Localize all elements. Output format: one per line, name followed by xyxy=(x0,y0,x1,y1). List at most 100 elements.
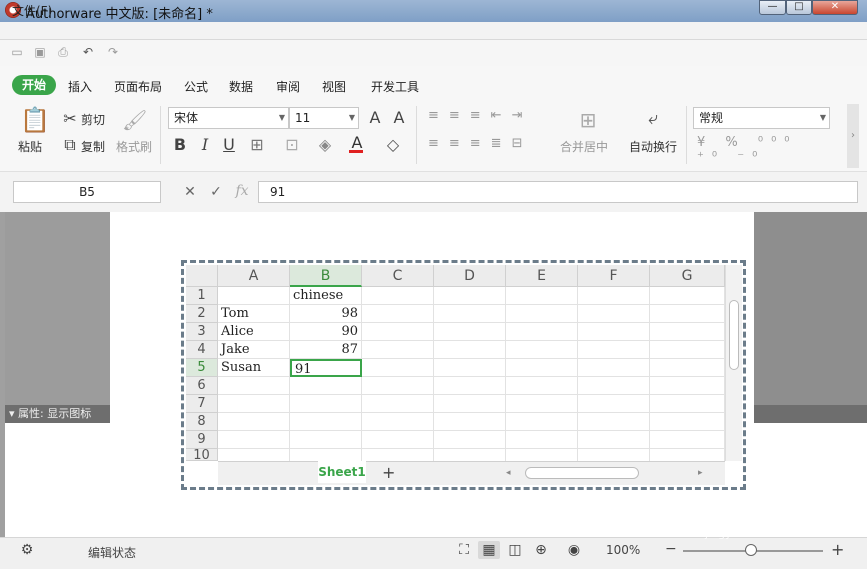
maximize-button[interactable]: □ xyxy=(786,0,812,15)
table-cell[interactable] xyxy=(650,377,725,395)
table-cell[interactable] xyxy=(578,341,650,359)
format-painter-icon[interactable]: 🖌 xyxy=(122,108,147,132)
scissors-icon[interactable]: ✂ xyxy=(61,109,79,128)
row-header[interactable]: 5 xyxy=(186,359,218,377)
table-cell[interactable] xyxy=(506,413,578,431)
table-cell[interactable] xyxy=(578,359,650,377)
number-format-select[interactable]: 常规 ▼ xyxy=(693,107,830,129)
tab-formula[interactable]: 公式 xyxy=(184,78,208,95)
table-cell[interactable] xyxy=(578,395,650,413)
merge-icon[interactable]: ⊞ xyxy=(576,108,600,132)
cell-style-icon[interactable]: ⊡ xyxy=(281,135,303,154)
table-cell[interactable] xyxy=(362,449,434,461)
column-header[interactable]: B xyxy=(290,265,362,287)
table-cell[interactable] xyxy=(650,431,725,449)
table-cell[interactable] xyxy=(650,305,725,323)
vertical-scroll-thumb[interactable] xyxy=(729,300,739,370)
table-cell[interactable] xyxy=(578,287,650,305)
zoom-level[interactable]: 100% xyxy=(606,543,640,557)
row-header[interactable]: 10 xyxy=(186,449,218,461)
column-header[interactable]: E xyxy=(506,265,578,287)
page-layout-view-icon[interactable]: ◫ xyxy=(506,541,524,559)
close-button[interactable]: ✕ xyxy=(812,0,858,15)
row-header[interactable]: 7 xyxy=(186,395,218,413)
row-header[interactable]: 6 xyxy=(186,377,218,395)
tab-data[interactable]: 数据 xyxy=(229,78,253,95)
table-cell[interactable] xyxy=(506,323,578,341)
table-cell[interactable] xyxy=(434,449,506,461)
table-cell[interactable] xyxy=(218,431,290,449)
spreadsheet[interactable]: A B C D E F G 1 2 3 4 5 6 7 8 9 10 chine… xyxy=(186,265,742,485)
table-cell[interactable] xyxy=(506,305,578,323)
table-cell[interactable] xyxy=(506,341,578,359)
table-cell[interactable] xyxy=(362,359,434,377)
table-cell[interactable] xyxy=(506,377,578,395)
table-cell[interactable] xyxy=(650,359,725,377)
wrap-text-button[interactable]: 自动换行 xyxy=(629,138,677,155)
italic-icon[interactable]: I xyxy=(197,135,213,154)
table-cell[interactable] xyxy=(290,395,362,413)
macro-icon[interactable]: ⚙ xyxy=(18,541,36,559)
format-painter-button[interactable]: 格式刷 xyxy=(116,138,152,155)
table-cell[interactable] xyxy=(434,377,506,395)
table-cell[interactable] xyxy=(506,359,578,377)
save-icon[interactable]: ▣ xyxy=(33,46,47,58)
table-cell[interactable]: 87 xyxy=(290,341,362,359)
table-cell[interactable] xyxy=(218,413,290,431)
row-header[interactable]: 2 xyxy=(186,305,218,323)
table-cell[interactable] xyxy=(650,449,725,461)
cancel-icon[interactable]: ✕ xyxy=(182,184,198,200)
fx-icon[interactable]: fx xyxy=(233,183,251,199)
add-sheet-icon[interactable]: + xyxy=(382,463,395,482)
table-cell[interactable] xyxy=(506,431,578,449)
table-cell[interactable] xyxy=(362,395,434,413)
cell-grid[interactable]: chinese Tom 98 Alice 90 Jake 87 Susan 91 xyxy=(218,287,725,461)
scroll-right-icon[interactable]: ▸ xyxy=(698,468,703,478)
tab-page-layout[interactable]: 页面布局 xyxy=(114,78,162,95)
tab-view[interactable]: 视图 xyxy=(322,78,346,95)
table-cell[interactable] xyxy=(218,449,290,461)
undo-icon[interactable]: ↶ xyxy=(81,46,95,58)
table-cell[interactable]: chinese xyxy=(290,287,362,305)
table-cell[interactable] xyxy=(362,323,434,341)
redo-icon[interactable]: ↷ xyxy=(106,46,120,58)
border-icon[interactable]: ⊞ xyxy=(246,135,268,154)
table-cell[interactable] xyxy=(362,305,434,323)
table-cell[interactable] xyxy=(290,377,362,395)
zoom-out-icon[interactable]: − xyxy=(665,541,677,557)
tab-developer[interactable]: 开发工具 xyxy=(371,78,419,95)
font-shrink-icon[interactable]: A xyxy=(390,108,408,127)
table-cell[interactable] xyxy=(578,413,650,431)
row-header[interactable]: 1 xyxy=(186,287,218,305)
column-header[interactable]: F xyxy=(578,265,650,287)
table-cell[interactable] xyxy=(650,395,725,413)
table-cell[interactable] xyxy=(434,413,506,431)
table-cell[interactable] xyxy=(506,287,578,305)
table-cell[interactable] xyxy=(362,413,434,431)
table-cell[interactable] xyxy=(650,413,725,431)
properties-bar[interactable]: ▾ 属性: 显示图标 xyxy=(5,405,110,423)
active-cell[interactable]: 91 xyxy=(290,359,362,377)
zoom-in-icon[interactable]: + xyxy=(831,540,844,559)
align-top-icons[interactable]: ≡≡≡⇤⇥ xyxy=(428,108,540,123)
table-cell[interactable]: Alice xyxy=(218,323,290,341)
table-cell[interactable] xyxy=(650,287,725,305)
row-header[interactable]: 3 xyxy=(186,323,218,341)
column-header[interactable]: G xyxy=(650,265,725,287)
ribbon-scroll-right-icon[interactable]: › xyxy=(847,104,859,168)
table-cell[interactable] xyxy=(362,287,434,305)
table-cell[interactable] xyxy=(218,395,290,413)
reading-mode-icon[interactable]: ◉ xyxy=(565,541,583,559)
number-format-icons[interactable]: ¥ % ⁰⁰⁰ ⁺⁰ ⁻⁰ xyxy=(697,135,827,165)
table-cell[interactable] xyxy=(290,431,362,449)
align-horizontal-icons[interactable]: ≡≡≡≣⊟ xyxy=(428,136,548,151)
table-cell[interactable] xyxy=(362,377,434,395)
column-header[interactable]: C xyxy=(362,265,434,287)
table-cell[interactable] xyxy=(434,431,506,449)
table-cell[interactable] xyxy=(218,377,290,395)
minimize-button[interactable]: — xyxy=(759,0,786,15)
table-cell[interactable] xyxy=(650,341,725,359)
table-cell[interactable] xyxy=(434,287,506,305)
fullscreen-icon[interactable]: ⛶ xyxy=(455,541,473,559)
table-cell[interactable] xyxy=(434,395,506,413)
